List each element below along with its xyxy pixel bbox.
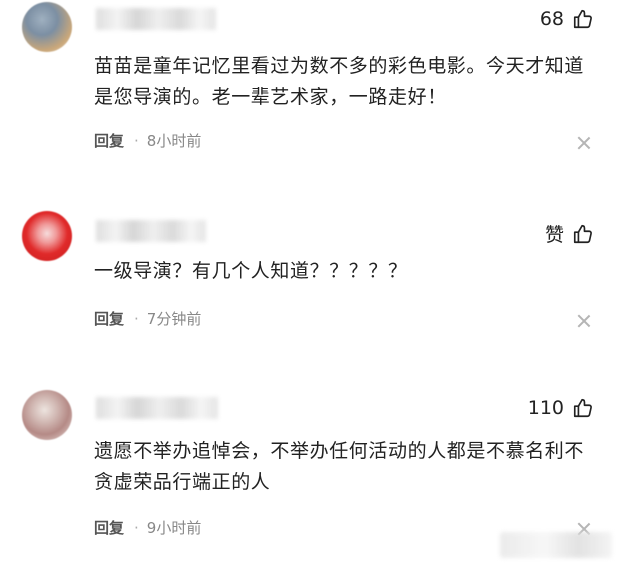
- close-icon[interactable]: [576, 313, 592, 329]
- comment-text: 一级导演？有几个人知道？？？？？: [94, 260, 408, 282]
- username-blurred[interactable]: [96, 220, 206, 242]
- thumbs-up-icon: [573, 9, 592, 29]
- separator: ·: [134, 518, 139, 537]
- comment-text: 苗苗是童年记忆里看过为数不多的彩色电影。今天才知道是您导演的。老一辈艺术家，一路…: [94, 55, 585, 108]
- thumbs-up-icon: [573, 398, 592, 418]
- separator: ·: [134, 309, 139, 328]
- avatar[interactable]: [22, 390, 72, 440]
- like-count: 68: [539, 8, 564, 30]
- like-button[interactable]: 赞: [545, 220, 594, 247]
- close-icon[interactable]: [576, 135, 592, 151]
- thumbs-up-icon: [573, 224, 592, 243]
- timestamp: 9小时前: [146, 519, 202, 537]
- like-button[interactable]: 110: [528, 397, 594, 419]
- comment-meta: 回复 · 7分钟前: [94, 308, 201, 329]
- watermark: [500, 532, 612, 558]
- reply-button[interactable]: 回复: [94, 517, 124, 538]
- comment-meta: 回复 · 8小时前: [94, 130, 201, 151]
- avatar[interactable]: [22, 211, 72, 261]
- timestamp: 8小时前: [146, 132, 202, 150]
- reply-button[interactable]: 回复: [94, 130, 124, 151]
- comment-text: 遗愿不举办追悼会，不举办任何活动的人都是不慕名利不贪虚荣品行端正的人: [94, 440, 585, 493]
- avatar[interactable]: [22, 2, 72, 52]
- like-count: 110: [527, 397, 564, 419]
- comment-meta: 回复 · 9小时前: [94, 517, 201, 538]
- separator: ·: [134, 131, 139, 150]
- username-blurred[interactable]: [96, 397, 218, 419]
- like-label: 赞: [544, 224, 564, 246]
- reply-button[interactable]: 回复: [94, 308, 124, 329]
- like-button[interactable]: 68: [540, 8, 594, 30]
- timestamp: 7分钟前: [146, 310, 202, 328]
- username-blurred[interactable]: [96, 8, 216, 30]
